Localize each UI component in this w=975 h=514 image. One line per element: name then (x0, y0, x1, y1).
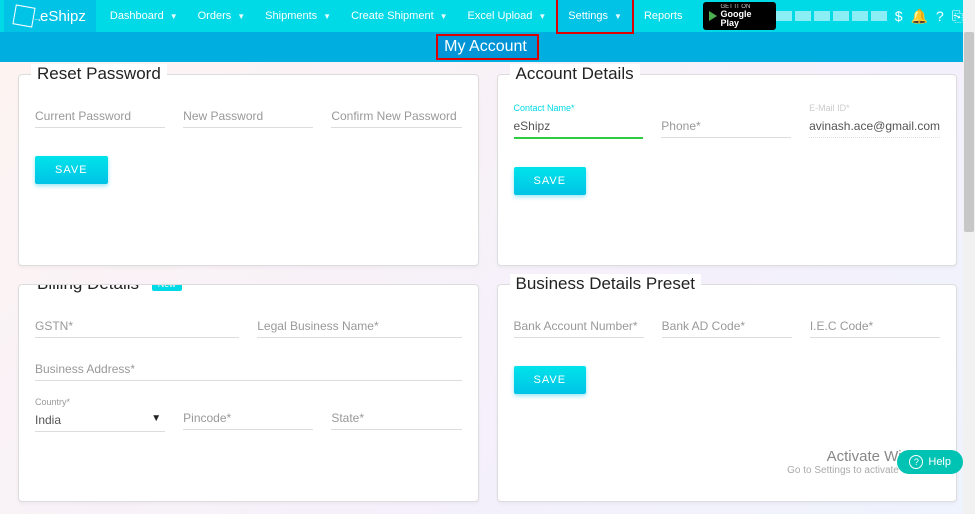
save-button[interactable]: SAVE (35, 156, 108, 184)
bell-icon[interactable]: 🔔 (911, 8, 928, 25)
nav-settings[interactable]: Settings▼ (558, 0, 632, 32)
card-account-details: Account Details Contact Name* E-Mail ID*… (497, 74, 958, 266)
bank-ad-input[interactable] (662, 313, 792, 338)
content-area: Reset Password SAVE Account Details Cont… (0, 62, 975, 514)
nav-dashboard[interactable]: Dashboard▼ (100, 0, 188, 32)
box-icon: → (12, 4, 35, 27)
card-title: Reset Password (31, 64, 167, 84)
confirm-password-input[interactable] (331, 103, 461, 128)
card-title: Billing Details New (31, 284, 188, 294)
card-billing-details: Billing Details New Country* India ▼ (18, 284, 479, 503)
business-address-input[interactable] (35, 356, 462, 381)
current-password-input[interactable] (35, 103, 165, 128)
chevron-down-icon: ▼ (440, 12, 448, 21)
question-icon: ? (909, 455, 923, 469)
nav-shipments[interactable]: Shipments▼ (255, 0, 341, 32)
page-title: My Account (444, 38, 527, 55)
field-new-password (183, 99, 313, 128)
nav-create-shipment[interactable]: Create Shipment▼ (341, 0, 457, 32)
field-business-address (35, 352, 462, 381)
country-label: Country* (35, 397, 165, 407)
field-email: E-Mail ID* avinash.ace@gmail.com (809, 99, 940, 139)
chevron-down-icon: ▼ (614, 12, 622, 21)
field-bank-account (514, 309, 644, 338)
field-country: Country* India ▼ (35, 393, 165, 432)
nav-settings-highlight: Settings▼ (556, 0, 634, 34)
google-play-badge[interactable]: GET IT ON Google Play (703, 2, 776, 30)
help-fab[interactable]: ? Help (897, 450, 963, 474)
chevron-down-icon: ▼ (538, 12, 546, 21)
bank-account-input[interactable] (514, 313, 644, 338)
nav-right: $ 🔔 ? ⎘ (776, 8, 971, 25)
card-reset-password: Reset Password SAVE (18, 74, 479, 266)
card-title: Business Details Preset (510, 274, 702, 294)
pincode-input[interactable] (183, 405, 313, 430)
nav-orders[interactable]: Orders▼ (188, 0, 256, 32)
new-badge: New (152, 284, 182, 292)
phone-input[interactable] (661, 113, 791, 138)
page-title-highlight: My Account (436, 34, 539, 60)
iec-input[interactable] (810, 313, 940, 338)
page-subheader: My Account (0, 32, 975, 62)
chevron-down-icon: ▼ (237, 12, 245, 21)
save-button[interactable]: SAVE (514, 167, 587, 195)
contact-name-label: Contact Name* (514, 103, 644, 113)
field-legal-name (257, 309, 461, 338)
chevron-down-icon: ▼ (170, 12, 178, 21)
chevron-down-icon: ▼ (323, 12, 331, 21)
email-label: E-Mail ID* (809, 103, 940, 113)
logout-icon[interactable]: ⎘ (952, 8, 963, 25)
new-password-input[interactable] (183, 103, 313, 128)
field-contact-name: Contact Name* (514, 99, 644, 139)
help-icon[interactable]: ? (936, 8, 944, 24)
field-confirm-password (331, 99, 461, 128)
country-select[interactable]: India (35, 407, 165, 432)
field-state (331, 393, 461, 432)
brand-text: eShipz (40, 8, 86, 25)
gstn-input[interactable] (35, 313, 239, 338)
email-value: avinash.ace@gmail.com (809, 113, 940, 138)
scroll-thumb[interactable] (964, 32, 974, 232)
currency-icon[interactable]: $ (895, 8, 903, 24)
brand-logo[interactable]: → eShipz (4, 0, 96, 32)
field-iec-code (810, 309, 940, 338)
scrollbar[interactable] (963, 0, 975, 514)
nav-excel-upload[interactable]: Excel Upload▼ (458, 0, 557, 32)
state-input[interactable] (331, 405, 461, 430)
courier-logos (776, 11, 887, 21)
field-pincode (183, 393, 313, 432)
top-nav: → eShipz Dashboard▼ Orders▼ Shipments▼ C… (0, 0, 975, 32)
nav-reports[interactable]: Reports (634, 0, 693, 32)
field-bank-ad-code (662, 309, 792, 338)
contact-name-input[interactable] (514, 113, 644, 139)
field-phone (661, 99, 791, 139)
field-gstn (35, 309, 239, 338)
field-current-password (35, 99, 165, 128)
play-icon (709, 11, 717, 21)
legal-name-input[interactable] (257, 313, 461, 338)
save-button[interactable]: SAVE (514, 366, 587, 394)
card-title: Account Details (510, 64, 640, 84)
